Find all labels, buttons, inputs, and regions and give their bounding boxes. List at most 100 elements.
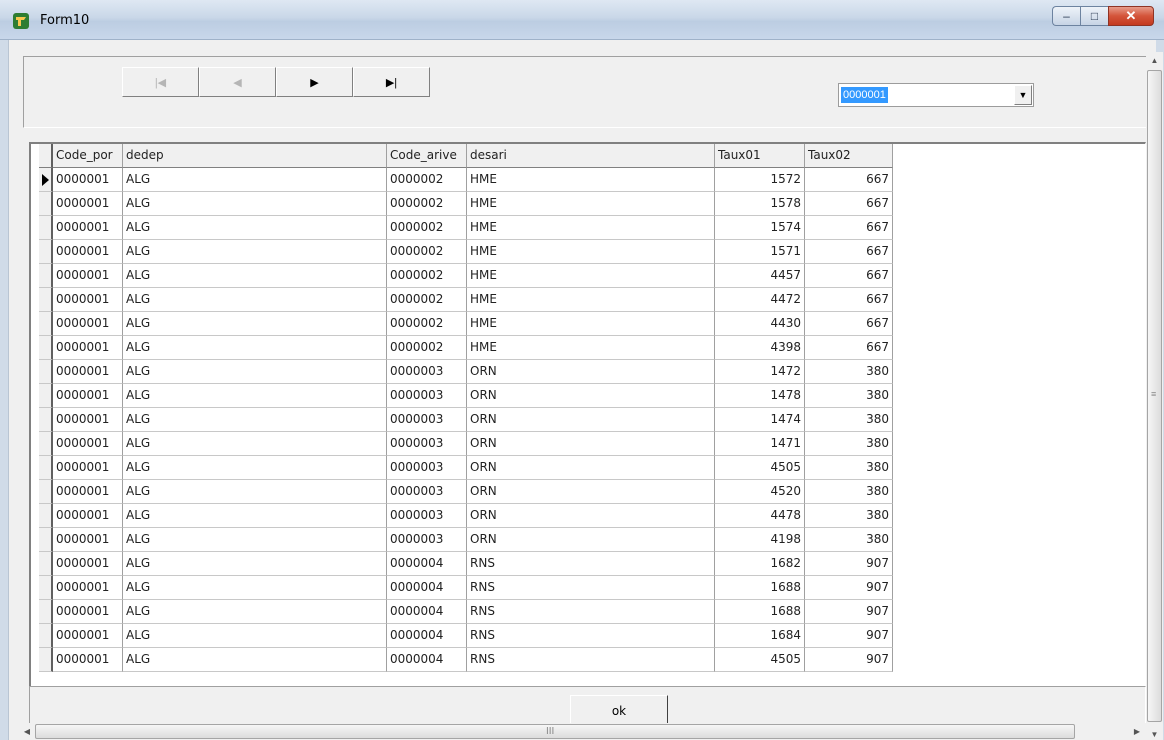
cell-code-por[interactable]: 0000001: [53, 456, 123, 480]
col-header-desari[interactable]: desari: [467, 144, 715, 168]
table-row[interactable]: 0000001 ALG 0000004 RNS 1682 907: [39, 552, 893, 576]
cell-taux01[interactable]: 1478: [715, 384, 805, 408]
cell-taux02[interactable]: 380: [805, 480, 893, 504]
chevron-down-icon[interactable]: ▼: [1014, 85, 1032, 105]
cell-code-arive[interactable]: 0000002: [387, 288, 467, 312]
cell-desari[interactable]: HME: [467, 264, 715, 288]
row-indicator[interactable]: [39, 576, 53, 600]
scroll-down-icon[interactable]: ▼: [1146, 728, 1163, 740]
cell-dedep[interactable]: ALG: [123, 456, 387, 480]
cell-code-por[interactable]: 0000001: [53, 264, 123, 288]
cell-taux02[interactable]: 907: [805, 576, 893, 600]
cell-desari[interactable]: ORN: [467, 456, 715, 480]
table-row[interactable]: 0000001 ALG 0000002 HME 1571 667: [39, 240, 893, 264]
cell-code-arive[interactable]: 0000002: [387, 168, 467, 192]
table-row[interactable]: 0000001 ALG 0000004 RNS 1684 907: [39, 624, 893, 648]
cell-code-arive[interactable]: 0000003: [387, 480, 467, 504]
cell-code-por[interactable]: 0000001: [53, 504, 123, 528]
cell-code-arive[interactable]: 0000004: [387, 576, 467, 600]
cell-code-arive[interactable]: 0000003: [387, 528, 467, 552]
cell-code-arive[interactable]: 0000002: [387, 192, 467, 216]
table-row[interactable]: 0000001 ALG 0000003 ORN 4520 380: [39, 480, 893, 504]
cell-code-arive[interactable]: 0000002: [387, 336, 467, 360]
cell-taux01[interactable]: 1574: [715, 216, 805, 240]
cell-code-por[interactable]: 0000001: [53, 624, 123, 648]
cell-taux01[interactable]: 4520: [715, 480, 805, 504]
cell-code-por[interactable]: 0000001: [53, 408, 123, 432]
row-indicator[interactable]: [39, 552, 53, 576]
cell-code-por[interactable]: 0000001: [53, 288, 123, 312]
cell-dedep[interactable]: ALG: [123, 600, 387, 624]
row-indicator[interactable]: [39, 168, 53, 192]
cell-taux01[interactable]: 4457: [715, 264, 805, 288]
cell-code-por[interactable]: 0000001: [53, 432, 123, 456]
cell-dedep[interactable]: ALG: [123, 312, 387, 336]
table-row[interactable]: 0000001 ALG 0000002 HME 1578 667: [39, 192, 893, 216]
row-indicator[interactable]: [39, 456, 53, 480]
minimize-button[interactable]: –: [1052, 6, 1080, 26]
nav-first-button[interactable]: |◀: [122, 67, 199, 97]
cell-taux01[interactable]: 1688: [715, 576, 805, 600]
cell-desari[interactable]: ORN: [467, 480, 715, 504]
code-combobox[interactable]: 0000001 ▼: [838, 83, 1034, 107]
cell-taux02[interactable]: 380: [805, 360, 893, 384]
cell-taux02[interactable]: 380: [805, 504, 893, 528]
cell-taux01[interactable]: 4478: [715, 504, 805, 528]
row-indicator[interactable]: [39, 480, 53, 504]
cell-taux02[interactable]: 380: [805, 528, 893, 552]
cell-taux01[interactable]: 4198: [715, 528, 805, 552]
cell-desari[interactable]: ORN: [467, 360, 715, 384]
table-row[interactable]: 0000001 ALG 0000004 RNS 1688 907: [39, 600, 893, 624]
table-row[interactable]: 0000001 ALG 0000003 ORN 4198 380: [39, 528, 893, 552]
cell-desari[interactable]: HME: [467, 168, 715, 192]
vertical-scroll-thumb[interactable]: ≡: [1147, 70, 1162, 722]
cell-taux02[interactable]: 380: [805, 432, 893, 456]
cell-taux01[interactable]: 1688: [715, 600, 805, 624]
cell-code-por[interactable]: 0000001: [53, 168, 123, 192]
cell-dedep[interactable]: ALG: [123, 576, 387, 600]
cell-taux01[interactable]: 4430: [715, 312, 805, 336]
cell-taux01[interactable]: 1474: [715, 408, 805, 432]
cell-code-arive[interactable]: 0000004: [387, 648, 467, 672]
cell-desari[interactable]: RNS: [467, 648, 715, 672]
col-header-code-por[interactable]: Code_por: [53, 144, 123, 168]
col-header-taux01[interactable]: Taux01: [715, 144, 805, 168]
cell-code-por[interactable]: 0000001: [53, 384, 123, 408]
cell-code-arive[interactable]: 0000004: [387, 552, 467, 576]
table-row[interactable]: 0000001 ALG 0000003 ORN 1472 380: [39, 360, 893, 384]
cell-desari[interactable]: RNS: [467, 552, 715, 576]
cell-desari[interactable]: RNS: [467, 576, 715, 600]
cell-code-por[interactable]: 0000001: [53, 336, 123, 360]
cell-taux02[interactable]: 667: [805, 240, 893, 264]
cell-dedep[interactable]: ALG: [123, 192, 387, 216]
cell-taux01[interactable]: 1578: [715, 192, 805, 216]
cell-desari[interactable]: HME: [467, 192, 715, 216]
cell-dedep[interactable]: ALG: [123, 552, 387, 576]
col-header-dedep[interactable]: dedep: [123, 144, 387, 168]
col-header-taux02[interactable]: Taux02: [805, 144, 893, 168]
cell-desari[interactable]: HME: [467, 216, 715, 240]
scroll-up-icon[interactable]: ▲: [1146, 54, 1163, 68]
cell-taux02[interactable]: 907: [805, 600, 893, 624]
cell-code-por[interactable]: 0000001: [53, 312, 123, 336]
cell-dedep[interactable]: ALG: [123, 288, 387, 312]
cell-taux02[interactable]: 667: [805, 264, 893, 288]
cell-code-arive[interactable]: 0000004: [387, 600, 467, 624]
table-row[interactable]: 0000001 ALG 0000002 HME 4457 667: [39, 264, 893, 288]
cell-taux01[interactable]: 1682: [715, 552, 805, 576]
cell-code-arive[interactable]: 0000002: [387, 312, 467, 336]
table-row[interactable]: 0000001 ALG 0000004 RNS 4505 907: [39, 648, 893, 672]
cell-code-arive[interactable]: 0000002: [387, 264, 467, 288]
cell-code-por[interactable]: 0000001: [53, 528, 123, 552]
cell-code-arive[interactable]: 0000002: [387, 240, 467, 264]
cell-taux02[interactable]: 907: [805, 624, 893, 648]
cell-dedep[interactable]: ALG: [123, 648, 387, 672]
cell-dedep[interactable]: ALG: [123, 216, 387, 240]
cell-dedep[interactable]: ALG: [123, 432, 387, 456]
cell-code-arive[interactable]: 0000002: [387, 216, 467, 240]
scroll-right-icon[interactable]: ▶: [1129, 723, 1145, 740]
cell-code-arive[interactable]: 0000004: [387, 624, 467, 648]
nav-next-button[interactable]: ▶: [276, 67, 353, 97]
cell-taux02[interactable]: 667: [805, 288, 893, 312]
cell-code-arive[interactable]: 0000003: [387, 384, 467, 408]
